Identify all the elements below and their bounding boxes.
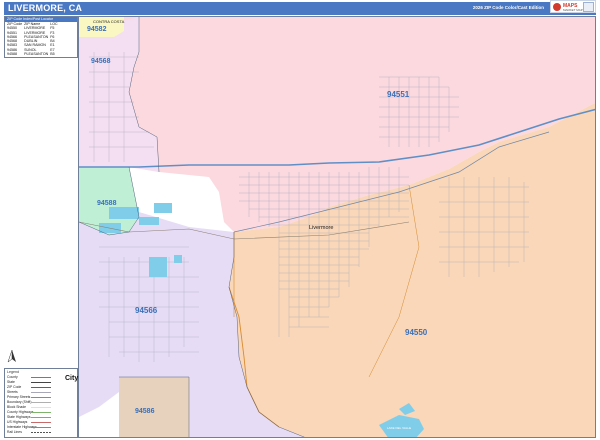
zip-index-table: ZIP Code ZIP Name LOC 94550 LIVERMORE F5… (7, 22, 60, 56)
zip-index-panel: ZIP Code Index/Post Locator ZIP Code ZIP… (4, 16, 78, 58)
legend-symbol-icon (31, 376, 51, 378)
brand-subtitle: MARKET MAPS (563, 8, 585, 12)
legend-symbol-icon (31, 411, 51, 413)
legend-panel: Legend City County State ZIP Code Street… (4, 368, 78, 438)
brand-badge-icon (583, 2, 594, 12)
legend-row: County Highways (7, 410, 67, 414)
zip-label-94588: 94588 (97, 200, 117, 207)
brand-logo: MAPS MARKET MAPS (550, 0, 596, 13)
map-page: LIVERMORE, CA 2026 ZIP Code Color/Cast E… (0, 0, 600, 440)
map-title: LIVERMORE, CA (8, 3, 83, 13)
legend-symbol-icon (31, 401, 51, 403)
legend-label: US Highways (7, 420, 28, 424)
legend-label: Primary Streets (7, 395, 31, 399)
legend-symbol-icon (31, 426, 51, 428)
city-label-livermore: Livermore (309, 225, 333, 231)
legend-label: State (7, 380, 15, 384)
legend-label: Block Shade (7, 405, 27, 409)
legend-symbol-icon (31, 381, 51, 383)
legend-row: Boundary (Shift) (7, 400, 67, 404)
legend-row: Rail Lines (7, 430, 67, 434)
zip-label-94568: 94568 (91, 58, 111, 65)
zip-label-94550: 94550 (405, 328, 428, 337)
legend-row: County (7, 375, 67, 379)
legend-row: Block Shade (7, 405, 67, 409)
legend-row: Streets (7, 390, 67, 394)
map-svg: 94582 94568 94551 94588 94566 94550 9458… (79, 17, 595, 437)
title-bar: LIVERMORE, CA 2026 ZIP Code Color/Cast E… (4, 2, 596, 15)
zip-index-cell: PLEASANTON (24, 52, 49, 57)
legend-symbol-icon (31, 431, 51, 433)
zip-label-94566: 94566 (135, 306, 158, 315)
legend-symbol-icon (31, 386, 51, 388)
legend-symbol-icon (31, 396, 51, 398)
legend-row: Primary Streets (7, 395, 67, 399)
legend-symbol-icon (31, 391, 51, 393)
zip-index-cell: 94588 (7, 52, 17, 57)
edition-label: 2026 ZIP Code Color/Cast Edition (472, 5, 544, 10)
lake-label: LAKE DEL VALLE (387, 426, 411, 430)
zip-index-cell: B5 (50, 52, 55, 57)
legend-row: State (7, 380, 67, 384)
legend-row: Interstate Highways (7, 425, 67, 429)
legend-row: ZIP Code (7, 385, 67, 389)
legend-symbol-icon (31, 421, 51, 423)
legend-row: US Highways (7, 420, 67, 424)
zip-index-row: 94550 LIVERMORE F5 (7, 26, 60, 30)
legend-symbol-icon (31, 406, 51, 408)
zip-label-94582: 94582 (87, 26, 107, 33)
zip-label-94551: 94551 (387, 90, 410, 99)
zip-index-row: 94588 PLEASANTON B5 (7, 52, 60, 56)
legend-symbol-icon (31, 416, 51, 418)
legend-label: State Highways (7, 415, 31, 419)
legend-row: State Highways (7, 415, 67, 419)
area-label: CONTRA COSTA (93, 19, 125, 24)
brand-mark-icon (553, 3, 561, 11)
legend-label: Rail Lines (7, 430, 22, 434)
legend-label: ZIP Code (7, 385, 22, 389)
map-canvas[interactable]: 94582 94568 94551 94588 94566 94550 9458… (78, 16, 596, 438)
legend-title: Legend (7, 370, 19, 374)
north-arrow-icon (7, 350, 16, 363)
legend-label: County Highways (7, 410, 34, 414)
legend-label: Boundary (Shift) (7, 400, 32, 404)
legend-label: Streets (7, 390, 18, 394)
legend-label: County (7, 375, 18, 379)
zip-label-94586: 94586 (135, 408, 155, 415)
